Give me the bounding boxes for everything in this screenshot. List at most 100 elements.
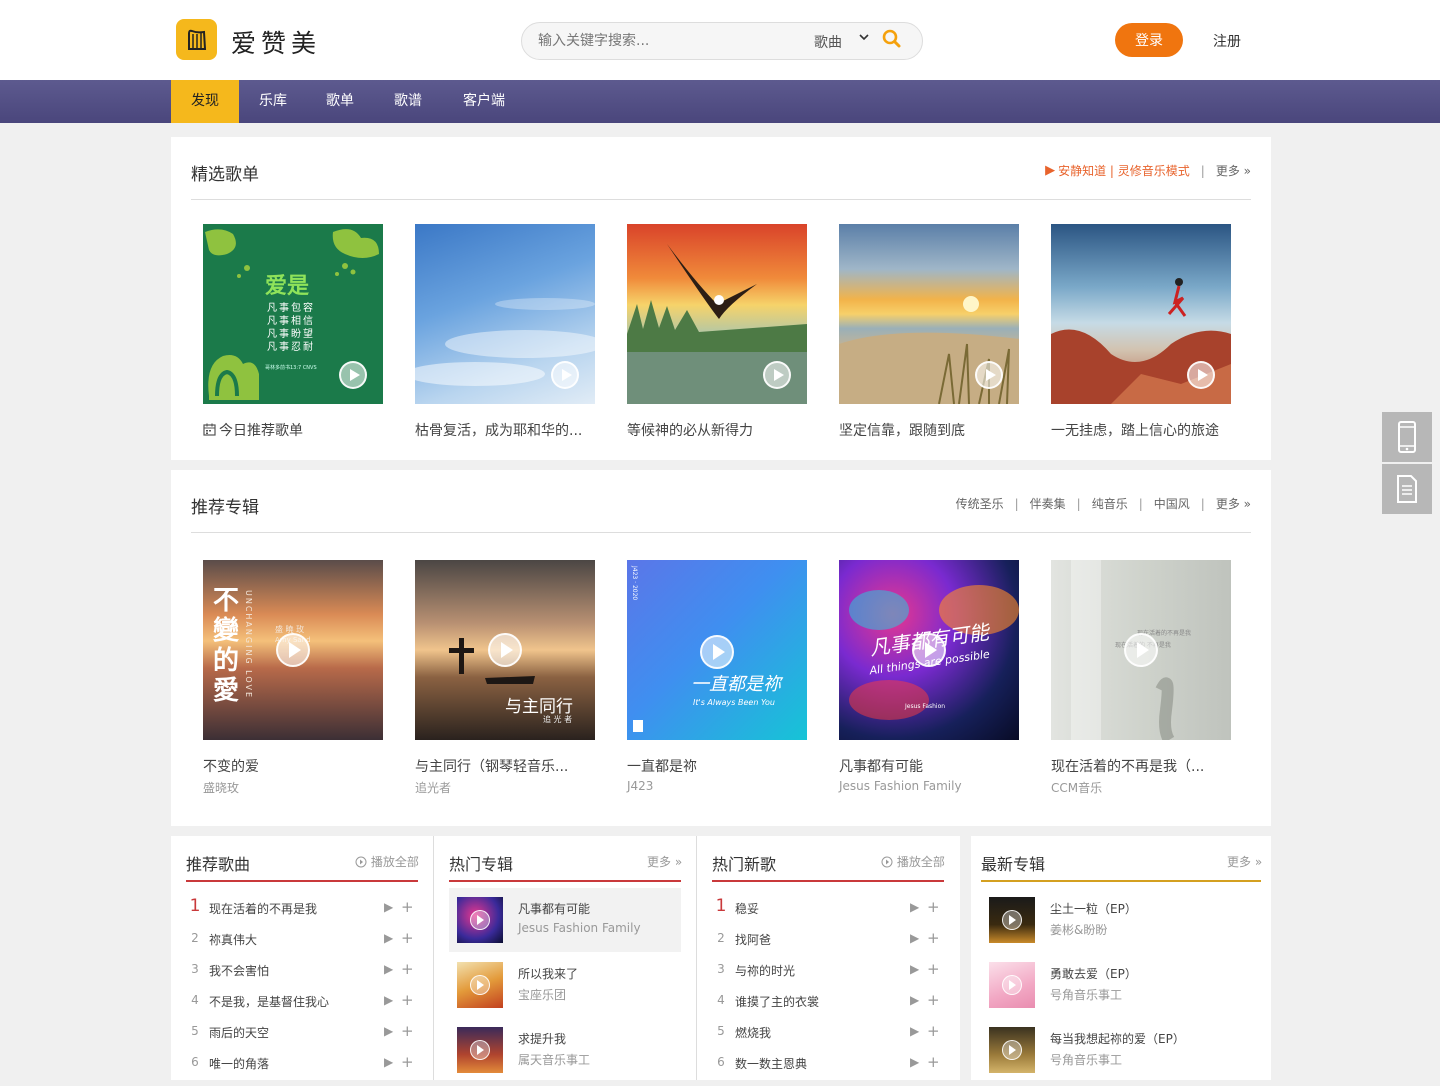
album-card[interactable]: 凡事都有可能 All things are possible Jesus Fas…: [839, 560, 1019, 793]
album-artist[interactable]: Jesus Fashion Family: [839, 779, 962, 793]
chevron-down-icon[interactable]: [858, 31, 870, 47]
play-button[interactable]: [488, 633, 522, 667]
nav-client[interactable]: 客户端: [452, 80, 516, 123]
play-button[interactable]: [1187, 361, 1215, 389]
play-button[interactable]: [1124, 633, 1158, 667]
add-icon[interactable]: +: [927, 960, 940, 978]
song-row[interactable]: 6 唯一的角落 ▶ +: [188, 1053, 418, 1086]
play-icon[interactable]: ▶: [910, 931, 919, 945]
play-icon[interactable]: ▶: [384, 1024, 393, 1038]
play-button[interactable]: [339, 361, 367, 389]
site-name[interactable]: 爱赞美: [231, 24, 321, 60]
playlist-title[interactable]: 今日推荐歌单: [203, 420, 383, 440]
song-row[interactable]: 1 现在活着的不再是我 ▶ +: [188, 896, 418, 931]
album-artist[interactable]: 盛晓玫: [203, 779, 239, 796]
album-name[interactable]: 勇敢去爱（EP）: [1050, 965, 1137, 982]
playlist-title[interactable]: 坚定信靠，跟随到底: [839, 420, 1019, 440]
add-icon[interactable]: +: [401, 898, 414, 916]
category-chinese-style[interactable]: 中国风: [1154, 495, 1190, 512]
album-artist[interactable]: CCM音乐: [1051, 779, 1102, 796]
album-row[interactable]: 求提升我 属天音乐事工: [449, 1018, 681, 1082]
play-icon[interactable]: ▶: [910, 1055, 919, 1069]
song-row[interactable]: 2 祢真伟大 ▶ +: [188, 929, 418, 962]
album-row[interactable]: 勇敢去爱（EP） 号角音乐事工: [981, 953, 1261, 1017]
playlist-title[interactable]: 等候神的必从新得力: [627, 420, 807, 440]
harp-logo-icon[interactable]: [176, 19, 217, 60]
album-artist[interactable]: 号角音乐事工: [1050, 1051, 1122, 1068]
search-icon[interactable]: [880, 27, 908, 55]
quiet-mode-link[interactable]: 安静知道 | 灵修音乐模式: [1058, 162, 1190, 179]
song-row[interactable]: 4 不是我，是基督住我心 ▶ +: [188, 991, 418, 1024]
add-icon[interactable]: +: [401, 1022, 414, 1040]
album-artist[interactable]: 属天音乐事工: [518, 1051, 590, 1068]
album-artist[interactable]: J423: [627, 779, 653, 793]
playlist-title[interactable]: 一无挂虑，踏上信心的旅途: [1051, 420, 1231, 440]
play-icon[interactable]: ▶: [384, 962, 393, 976]
add-icon[interactable]: +: [927, 991, 940, 1009]
play-button[interactable]: [700, 635, 734, 669]
play-icon[interactable]: [1002, 975, 1022, 995]
add-icon[interactable]: +: [401, 960, 414, 978]
play-icon[interactable]: ▶: [384, 1055, 393, 1069]
album-name[interactable]: 所以我来了: [518, 965, 578, 982]
song-row[interactable]: 3 与祢的时光 ▶ +: [714, 960, 944, 993]
playlist-cover[interactable]: [415, 224, 595, 404]
album-row[interactable]: 每当我想起祢的爱（EP） 号角音乐事工: [981, 1018, 1261, 1082]
album-cover[interactable]: 凡事都有可能 All things are possible Jesus Fas…: [839, 560, 1019, 740]
album-name[interactable]: 尘土一粒（EP）: [1050, 900, 1137, 917]
play-button[interactable]: [763, 361, 791, 389]
album-card[interactable]: J423 · 2020 一直都是祢 It's Always Been You 一…: [627, 560, 807, 793]
play-icon[interactable]: [470, 1040, 490, 1060]
album-row[interactable]: 所以我来了 宝座乐团: [449, 953, 681, 1017]
playlist-cover[interactable]: [839, 224, 1019, 404]
playlist-card[interactable]: 枯骨复活，成为耶和华的...: [415, 224, 595, 439]
album-title[interactable]: 与主同行（钢琴轻音乐...: [415, 756, 595, 776]
album-name[interactable]: 凡事都有可能: [518, 900, 590, 917]
nav-playlists[interactable]: 歌单: [316, 80, 364, 123]
playlist-cover[interactable]: [627, 224, 807, 404]
play-button[interactable]: [975, 361, 1003, 389]
album-row[interactable]: 凡事都有可能 Jesus Fashion Family: [449, 888, 681, 952]
nav-sheet-music[interactable]: 歌谱: [384, 80, 432, 123]
play-button[interactable]: [276, 633, 310, 667]
album-artist[interactable]: 宝座乐团: [518, 986, 566, 1003]
album-title[interactable]: 现在活着的不再是我（...: [1051, 756, 1231, 776]
playlist-title[interactable]: 枯骨复活，成为耶和华的...: [415, 420, 595, 440]
album-title[interactable]: 不变的爱: [203, 756, 383, 776]
play-button[interactable]: [551, 361, 579, 389]
add-icon[interactable]: +: [927, 898, 940, 916]
play-icon[interactable]: [1002, 910, 1022, 930]
play-all-button[interactable]: 播放全部: [881, 853, 945, 871]
play-icon[interactable]: ▶: [1045, 163, 1055, 178]
play-icon[interactable]: [1002, 1040, 1022, 1060]
play-icon[interactable]: ▶: [384, 900, 393, 914]
more-link[interactable]: 更多 »: [1216, 162, 1251, 179]
song-row[interactable]: 5 雨后的天空 ▶ +: [188, 1022, 418, 1055]
play-all-button[interactable]: 播放全部: [355, 853, 419, 871]
album-thumb[interactable]: [989, 962, 1035, 1008]
song-row[interactable]: 1 稳妥 ▶ +: [714, 896, 944, 931]
add-icon[interactable]: +: [401, 929, 414, 947]
add-icon[interactable]: +: [401, 1053, 414, 1071]
category-traditional[interactable]: 传统圣乐: [956, 495, 1004, 512]
song-row[interactable]: 2 找阿爸 ▶ +: [714, 929, 944, 962]
album-name[interactable]: 每当我想起祢的爱（EP）: [1050, 1030, 1185, 1047]
playlist-card[interactable]: 等候神的必从新得力: [627, 224, 807, 439]
mobile-app-button[interactable]: [1382, 412, 1432, 462]
play-button[interactable]: [912, 633, 946, 667]
feedback-button[interactable]: [1382, 464, 1432, 514]
search-type-select[interactable]: 歌曲: [814, 32, 842, 52]
album-thumb[interactable]: [457, 897, 503, 943]
add-icon[interactable]: +: [927, 1053, 940, 1071]
nav-discover[interactable]: 发现: [171, 80, 239, 123]
search-input[interactable]: [538, 31, 798, 51]
add-icon[interactable]: +: [927, 1022, 940, 1040]
category-accompaniment[interactable]: 伴奏集: [1030, 495, 1066, 512]
album-cover[interactable]: J423 · 2020 一直都是祢 It's Always Been You: [627, 560, 807, 740]
play-icon[interactable]: [470, 910, 490, 930]
song-row[interactable]: 4 谁摸了主的衣裳 ▶ +: [714, 991, 944, 1024]
album-artist[interactable]: 姜彬&盼盼: [1050, 921, 1107, 938]
play-icon[interactable]: ▶: [910, 993, 919, 1007]
playlist-card[interactable]: 坚定信靠，跟随到底: [839, 224, 1019, 439]
more-link[interactable]: 更多 »: [1216, 495, 1251, 512]
